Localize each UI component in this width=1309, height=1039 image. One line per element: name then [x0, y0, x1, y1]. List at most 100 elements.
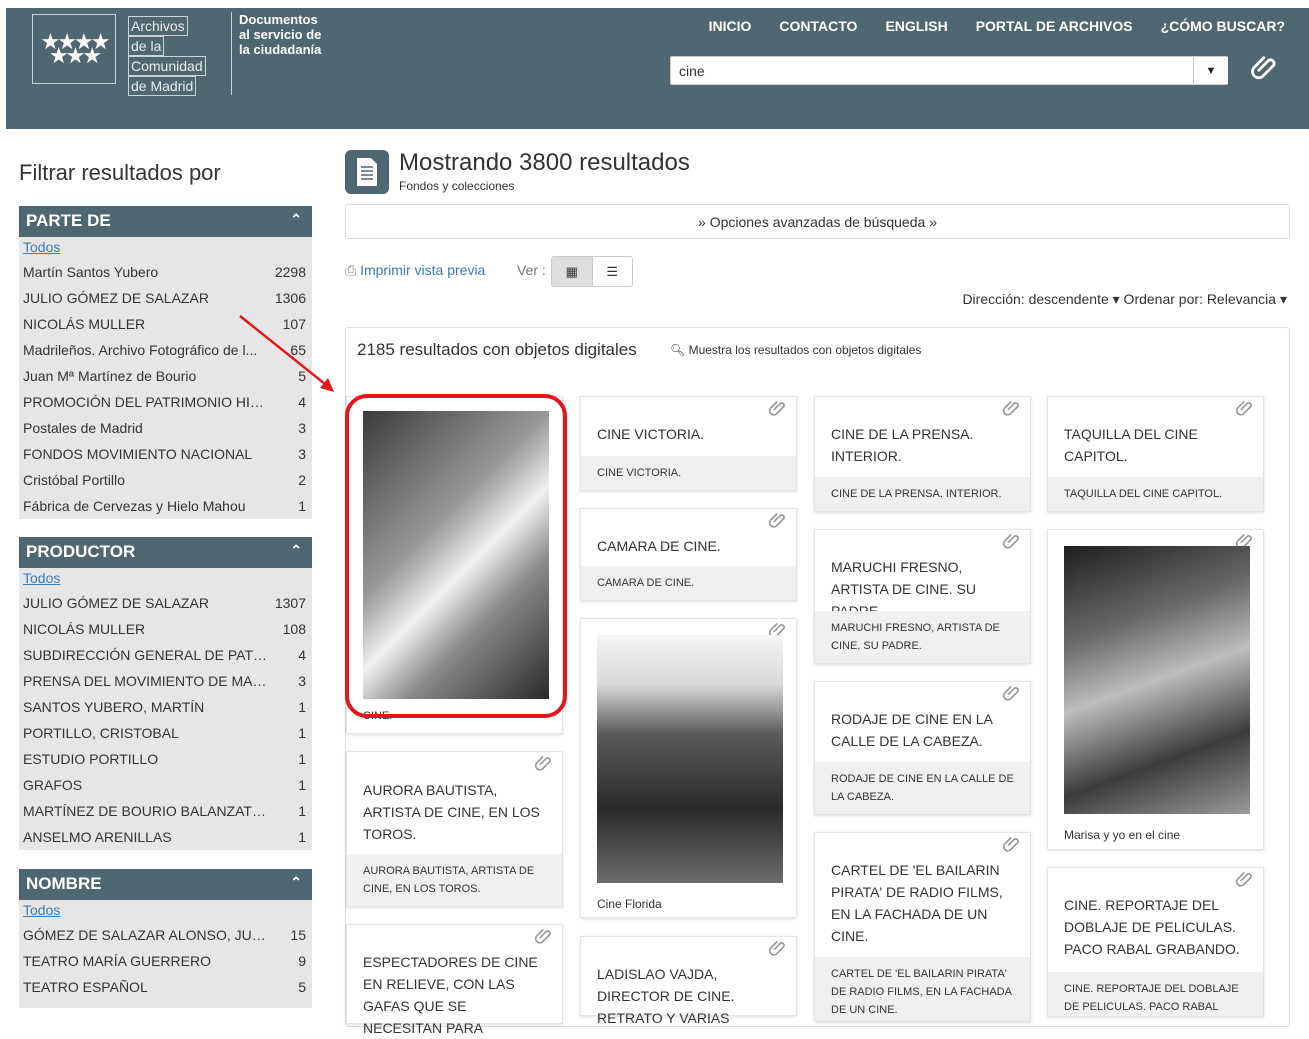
- facet-item-label: NICOLÁS MULLER: [23, 621, 146, 637]
- facet-item-label: PORTILLO, CRISTOBAL: [23, 725, 179, 741]
- facet-item[interactable]: NICOLÁS MULLER 108: [19, 616, 312, 642]
- facet-item-label: PRENSA DEL MOVIMIENTO DE MADR...: [23, 673, 273, 689]
- facet-item-label: JULIO GÓMEZ DE SALAZAR: [23, 290, 209, 306]
- facet-item[interactable]: TEATRO ESPAÑOL 5: [19, 974, 312, 1000]
- facet-item-label: FONDOS MOVIMIENTO NACIONAL: [23, 446, 253, 462]
- facet-item[interactable]: JULIO GÓMEZ DE SALAZAR 1306: [19, 285, 312, 311]
- result-title: CARTEL DE 'EL BAILARIN PIRATA' DE RADIO …: [831, 862, 1003, 944]
- result-card[interactable]: CINE VICTORIA. CINE VICTORIA.: [580, 396, 797, 491]
- facet-item-label: Postales de Madrid: [23, 420, 143, 436]
- result-card[interactable]: ESPECTADORES DE CINE EN RELIEVE, CON LAS…: [346, 924, 563, 1036]
- facet-item[interactable]: SANTOS YUBERO, MARTÍN 1: [19, 694, 312, 720]
- print-preview-label: Imprimir vista previa: [360, 262, 486, 278]
- facet-item[interactable]: FONDOS MOVIMIENTO NACIONAL 3: [19, 441, 312, 467]
- facet-header[interactable]: PARTE DE ⌃: [19, 206, 312, 237]
- facet-all-link[interactable]: Todos: [19, 900, 312, 922]
- result-card[interactable]: Marisa y yo en el cine: [1047, 529, 1264, 850]
- facet-item[interactable]: ESTUDIO PORTILLO 1: [19, 746, 312, 772]
- result-card[interactable]: CINE DE LA PRENSA. INTERIOR. CINE DE LA …: [814, 396, 1031, 512]
- facet-item[interactable]: MARTÍNEZ DE BOURIO BALANZATEG... 1: [19, 798, 312, 824]
- facet-item[interactable]: GRAFOS 1: [19, 772, 312, 798]
- logo-text-line: de Madrid: [128, 76, 197, 96]
- facet-item[interactable]: ANSELMO ARENILLAS 1: [19, 824, 312, 850]
- result-thumbnail[interactable]: [1064, 546, 1250, 814]
- result-card[interactable]: RODAJE DE CINE EN LA CALLE DE LA CABEZA.…: [814, 681, 1031, 815]
- advanced-search-toggle[interactable]: » Opciones avanzadas de búsqueda »: [345, 204, 1290, 239]
- nav-inicio[interactable]: INICIO: [709, 18, 752, 34]
- nav-como-buscar[interactable]: ¿CÓMO BUSCAR?: [1161, 18, 1285, 34]
- facet-item[interactable]: SUBDIRECCIÓN GENERAL DE PATRIM... 4: [19, 642, 312, 668]
- tagline-line: la ciudadanía: [239, 42, 322, 57]
- facet-all-link[interactable]: Todos: [19, 237, 312, 259]
- result-title: CINE DE LA PRENSA. INTERIOR.: [831, 426, 974, 464]
- comunidad-madrid-logo[interactable]: ★★★★ ★★★: [32, 14, 116, 84]
- result-card[interactable]: CINE. REPORTAJE DEL DOBLAJE DE PELICULAS…: [1047, 867, 1264, 1017]
- result-caption: TAQUILLA DEL CINE CAPITOL.: [1048, 477, 1263, 511]
- show-digital-results-label: Muestra los resultados con objetos digit…: [688, 343, 922, 357]
- annotation-arrow: [239, 315, 334, 392]
- result-title: CINE VICTORIA.: [597, 426, 705, 442]
- paperclip-icon: [534, 755, 551, 771]
- result-card[interactable]: MARUCHI FRESNO, ARTISTA DE CINE. SU PADR…: [814, 529, 1031, 664]
- nav-portal-de-archivos[interactable]: PORTAL DE ARCHIVOS: [976, 18, 1133, 34]
- result-card[interactable]: AURORA BAUTISTA, ARTISTA DE CINE, EN LOS…: [346, 751, 563, 907]
- facet-item-count: 3: [298, 420, 306, 436]
- facet-item-count: 1: [298, 829, 306, 845]
- paperclip-icon: [534, 928, 551, 944]
- result-caption: CINE DE LA PRENSA. INTERIOR.: [815, 477, 1030, 511]
- facet-all-link[interactable]: Todos: [19, 568, 312, 590]
- facet-item-count: 1: [298, 803, 306, 819]
- table-view-button[interactable]: ☰: [593, 257, 633, 286]
- result-title: CINE. REPORTAJE DEL DOBLAJE DE PELICULAS…: [1064, 897, 1240, 957]
- advanced-search-label: Opciones avanzadas de búsqueda: [709, 214, 926, 230]
- result-thumbnail[interactable]: [597, 635, 783, 883]
- facet-item-label: GRAFOS: [23, 777, 83, 793]
- double-chevron-down-icon: »: [698, 214, 706, 230]
- print-preview-link[interactable]: ⎙ Imprimir vista previa: [345, 262, 485, 279]
- sort-options[interactable]: Dirección: descendente ▾ Ordenar por: Re…: [962, 291, 1287, 308]
- paperclip-icon[interactable]: [1250, 54, 1280, 84]
- facet-nombre: NOMBRE ⌃ Todos GÓMEZ DE SALAZAR ALONSO, J…: [19, 869, 312, 1008]
- tagline-line: Documentos: [239, 12, 318, 27]
- search-input[interactable]: cine: [670, 56, 1228, 85]
- nav-contacto[interactable]: CONTACTO: [779, 18, 857, 34]
- facet-item-label: Martín Santos Yubero: [23, 264, 159, 280]
- card-view-button[interactable]: ▦: [552, 257, 593, 286]
- result-card[interactable]: CAMARA DE CINE. CAMARA DE CINE.: [580, 508, 797, 601]
- result-card[interactable]: TAQUILLA DEL CINE CAPITOL. TAQUILLA DEL …: [1047, 396, 1264, 512]
- facet-item-label: TEATRO MARÍA GUERRERO: [23, 953, 211, 969]
- facet-title: PARTE DE: [26, 211, 111, 230]
- digital-results-count: 2185 resultados con objetos digitales: [357, 340, 637, 359]
- result-title: ESPECTADORES DE CINE EN RELIEVE, CON LAS…: [363, 954, 538, 1036]
- facet-item[interactable]: Fábrica de Cervezas y Hielo Mahou 1: [19, 493, 312, 519]
- chevron-up-icon: ⌃: [290, 874, 302, 890]
- paperclip-icon: [1002, 685, 1019, 701]
- facet-item-count: 3: [298, 446, 306, 462]
- facet-item-count: 1: [298, 777, 306, 793]
- facet-item[interactable]: JULIO GÓMEZ DE SALAZAR 1307: [19, 590, 312, 616]
- result-caption: AURORA BAUTISTA, ARTISTA DE CINE, EN LOS…: [347, 854, 562, 906]
- nav-english[interactable]: ENGLISH: [885, 18, 947, 34]
- result-card[interactable]: LADISLAO VAJDA, DIRECTOR DE CINE. RETRAT…: [580, 936, 797, 1026]
- result-card[interactable]: CARTEL DE 'EL BAILARIN PIRATA' DE RADIO …: [814, 832, 1031, 1022]
- paperclip-icon: [1002, 533, 1019, 549]
- facet-item[interactable]: Martín Santos Yubero 2298: [19, 259, 312, 285]
- results-subtitle: Fondos y colecciones: [399, 179, 515, 193]
- search-scope-dropdown[interactable]: ▼: [1193, 57, 1228, 84]
- facet-item[interactable]: Cristóbal Portillo 2: [19, 467, 312, 493]
- facet-item[interactable]: TEATRO MARÍA GUERRERO 9: [19, 948, 312, 974]
- result-title: LADISLAO VAJDA, DIRECTOR DE CINE. RETRAT…: [597, 966, 735, 1026]
- facet-header[interactable]: NOMBRE ⌃: [19, 869, 312, 900]
- facet-item[interactable]: GÓMEZ DE SALAZAR ALONSO, JULIO ... 15: [19, 922, 312, 948]
- facet-header[interactable]: PRODUCTOR ⌃: [19, 537, 312, 568]
- facet-item-count: 108: [282, 621, 306, 637]
- result-caption: CAMARA DE CINE.: [581, 566, 796, 600]
- paperclip-icon: [768, 940, 785, 956]
- result-card[interactable]: Cine Florida: [580, 618, 797, 918]
- facet-item[interactable]: Postales de Madrid 3: [19, 415, 312, 441]
- facet-item[interactable]: PRENSA DEL MOVIMIENTO DE MADR... 3: [19, 668, 312, 694]
- facet-item-label: Madrileños. Archivo Fotográfico de l...: [23, 342, 258, 358]
- result-caption: Cine Florida: [597, 897, 662, 911]
- show-digital-results-link[interactable]: 🔍︎ Muestra los resultados con objetos di…: [670, 343, 921, 357]
- facet-item[interactable]: PORTILLO, CRISTOBAL 1: [19, 720, 312, 746]
